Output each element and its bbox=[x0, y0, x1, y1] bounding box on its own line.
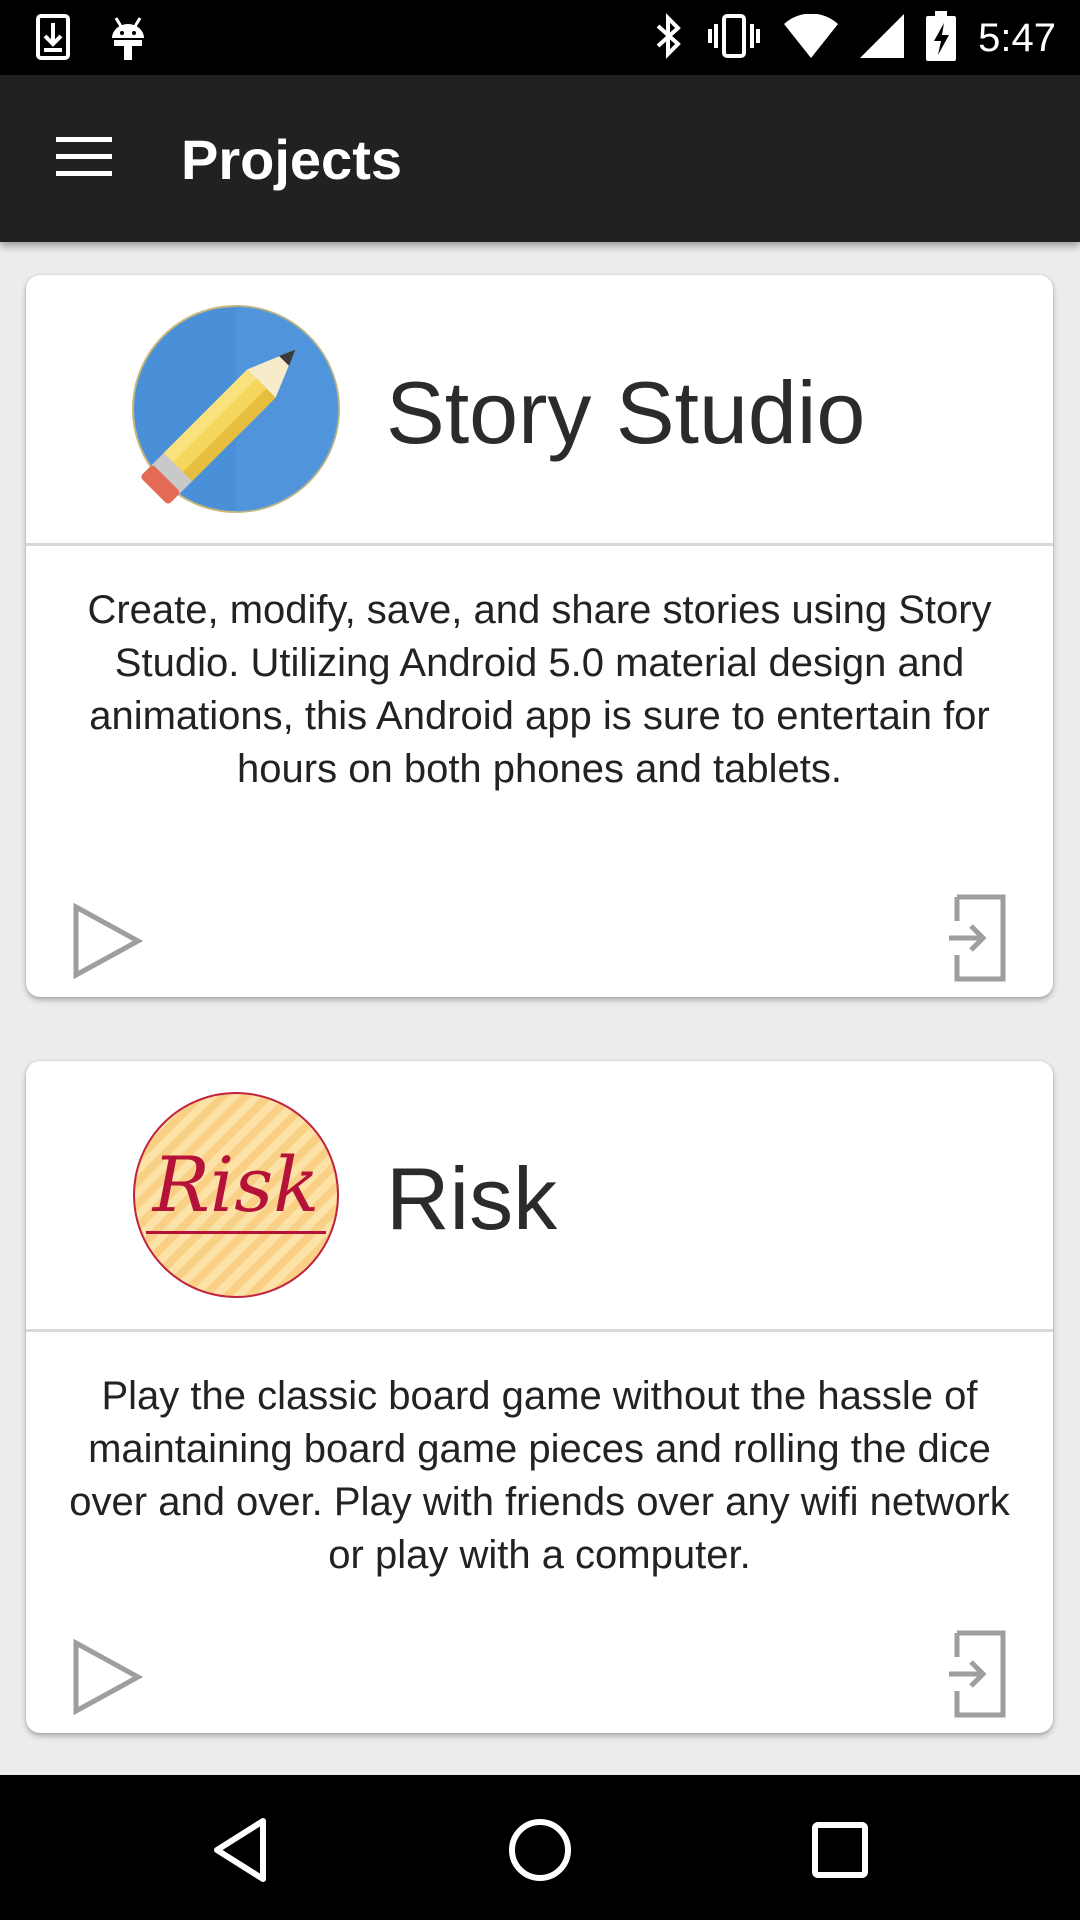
vibrate-icon bbox=[706, 13, 762, 63]
navigation-bar bbox=[0, 1775, 1080, 1920]
back-icon[interactable] bbox=[207, 1815, 277, 1885]
exit-to-app-icon[interactable] bbox=[949, 1629, 1009, 1719]
project-description: Create, modify, save, and share stories … bbox=[87, 588, 992, 791]
project-name: Risk bbox=[386, 1149, 558, 1248]
status-right-icons: 5:47 bbox=[654, 10, 1056, 66]
status-left-icons bbox=[36, 14, 146, 65]
exit-to-app-icon[interactable] bbox=[949, 893, 1009, 983]
project-card-story-studio[interactable]: Story Studio Create, modify, save, and s… bbox=[26, 275, 1053, 997]
project-name: Story Studio bbox=[386, 363, 866, 462]
play-icon[interactable] bbox=[66, 901, 146, 981]
home-icon[interactable] bbox=[505, 1815, 575, 1885]
app-bar: Projects bbox=[0, 75, 1080, 242]
pencil-logo-icon bbox=[132, 305, 340, 513]
card-actions bbox=[26, 887, 1053, 997]
wifi-icon bbox=[784, 13, 839, 63]
android-icon bbox=[110, 14, 146, 65]
risk-logo-text: Risk bbox=[151, 1140, 320, 1229]
project-card-risk[interactable]: Risk Risk Play the classic board game wi… bbox=[26, 1061, 1053, 1733]
card-header: Story Studio bbox=[26, 275, 1053, 546]
signal-icon bbox=[860, 13, 905, 63]
battery-charging-icon bbox=[926, 10, 957, 66]
hamburger-menu-icon[interactable] bbox=[56, 135, 112, 179]
page-title: Projects bbox=[181, 128, 402, 191]
bluetooth-icon bbox=[654, 12, 684, 65]
project-description: Play the classic board game without the … bbox=[69, 1374, 1010, 1577]
risk-logo-icon: Risk bbox=[132, 1091, 340, 1299]
card-header: Risk Risk bbox=[26, 1061, 1053, 1332]
play-icon[interactable] bbox=[66, 1637, 146, 1717]
recents-icon[interactable] bbox=[805, 1815, 875, 1885]
download-icon bbox=[36, 14, 70, 65]
card-actions bbox=[26, 1623, 1053, 1733]
status-bar: 5:47 bbox=[0, 0, 1080, 75]
status-time: 5:47 bbox=[978, 16, 1056, 60]
